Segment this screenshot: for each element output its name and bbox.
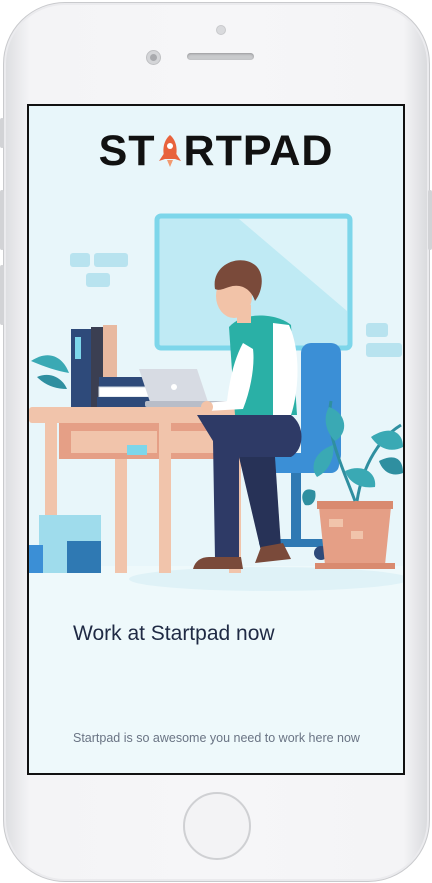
brand-text-right: RTPAD [183, 127, 334, 175]
brand-logo[interactable]: ST RTPAD [29, 130, 403, 173]
app-screen: ST RTPAD Work at Startpad now Startpad i… [27, 104, 405, 775]
rocket-icon [157, 133, 183, 167]
earpiece-speaker [187, 53, 254, 60]
page-title: Work at Startpad now [73, 622, 275, 645]
mute-switch[interactable] [0, 118, 4, 148]
brand-text-left: ST [98, 127, 156, 175]
person-working-at-desk-illustration [29, 213, 403, 591]
description-text: Startpad is so awesome you need to work … [73, 731, 360, 745]
front-camera [146, 50, 161, 65]
volume-up-button[interactable] [0, 190, 4, 250]
volume-down-button[interactable] [0, 265, 4, 325]
home-button[interactable] [183, 792, 251, 860]
power-button[interactable] [428, 190, 432, 250]
proximity-sensor [216, 25, 226, 35]
